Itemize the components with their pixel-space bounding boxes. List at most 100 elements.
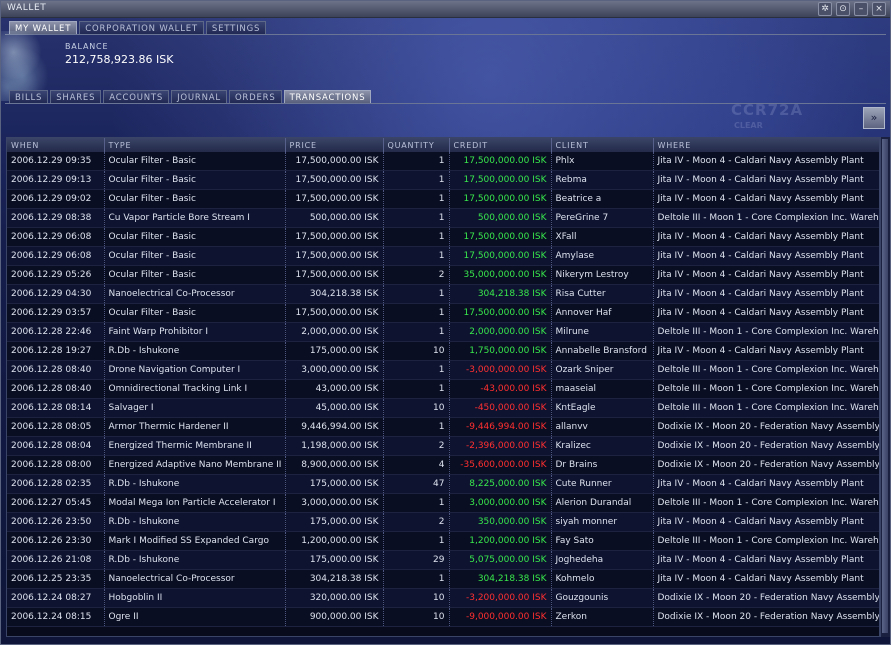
price-cell: 17,500,000.00 ISK xyxy=(285,265,384,285)
quantity-cell: 1 xyxy=(383,569,450,589)
where-cell: Dodixie IX - Moon 20 - Federation Navy A… xyxy=(653,417,879,437)
col-header-type[interactable]: TYPE xyxy=(104,138,286,152)
type-cell: Nanoelectrical Co-Processor xyxy=(104,569,286,589)
when-cell: 2006.12.28 08:40 xyxy=(7,379,105,399)
quantity-cell: 1 xyxy=(383,152,450,171)
client-cell: Annabelle Bransford xyxy=(551,341,654,361)
type-cell: R.Db - Ishukone xyxy=(104,550,286,570)
table-row[interactable]: 2006.12.24 08:15 Ogre II 900,000.00 ISK 10-… xyxy=(7,607,879,627)
ship-watermark: CCR72A xyxy=(731,101,804,119)
table-row[interactable]: 2006.12.28 08:14 Salvager I 45,000.00 ISK 1… xyxy=(7,398,879,418)
table-row[interactable]: 2006.12.28 22:46 Faint Warp Prohibitor I2… xyxy=(7,322,879,342)
title-bar[interactable]: WALLET ✲ ⊙ – × xyxy=(1,1,890,18)
when-cell: 2006.12.28 08:00 xyxy=(7,455,105,475)
table-row[interactable]: 2006.12.28 08:40 Drone Navigation Compute… xyxy=(7,360,879,380)
minimize-icon[interactable]: – xyxy=(854,2,868,16)
price-cell: 500,000.00 ISK xyxy=(285,208,384,228)
tab-bills[interactable]: BILLS xyxy=(9,90,49,104)
quantity-cell: 1 xyxy=(383,360,450,380)
table-row[interactable]: 2006.12.29 06:08 Ocular Filter - Basic 17,… xyxy=(7,246,879,266)
credit-cell: -2,396,000.00 ISK xyxy=(449,436,552,456)
client-cell: Amylase xyxy=(551,246,654,266)
price-cell: 2,000,000.00 ISK xyxy=(285,322,384,342)
col-header-client[interactable]: CLIENT xyxy=(551,138,654,152)
close-icon[interactable]: × xyxy=(872,2,886,16)
price-cell: 304,218.38 ISK xyxy=(285,284,384,304)
price-cell: 17,500,000.00 ISK xyxy=(285,303,384,323)
table-row[interactable]: 2006.12.29 09:35 Ocular Filter - Basic 17,… xyxy=(7,152,879,171)
credit-cell: 5,075,000.00 ISK xyxy=(449,550,552,570)
credit-cell: 17,500,000.00 ISK xyxy=(449,246,552,266)
price-cell: 17,500,000.00 ISK xyxy=(285,246,384,266)
client-cell: Cute Runner xyxy=(551,474,654,494)
quantity-cell: 2 xyxy=(383,265,450,285)
col-header-price[interactable]: PRICE xyxy=(285,138,384,152)
col-header-when[interactable]: WHEN xyxy=(7,138,105,152)
where-cell: Jita IV - Moon 4 - Caldari Navy Assembly… xyxy=(653,170,879,190)
table-row[interactable]: 2006.12.26 23:50 R.Db - Ishukone 175,000.0… xyxy=(7,512,879,532)
credit-cell: -35,600,000.00 ISK xyxy=(449,455,552,475)
tab-transactions[interactable]: TRANSACTIONS xyxy=(283,90,372,104)
when-cell: 2006.12.26 23:50 xyxy=(7,512,105,532)
tab-settings[interactable]: SETTINGS xyxy=(205,21,267,35)
export-button[interactable]: » xyxy=(863,107,885,129)
table-row[interactable]: 2006.12.24 08:27 Hobgoblin II 320,000.00 I… xyxy=(7,588,879,608)
table-row[interactable]: 2006.12.28 02:35 R.Db - Ishukone 175,000.0… xyxy=(7,474,879,494)
client-cell: XFall xyxy=(551,227,654,247)
tab-shares[interactable]: SHARES xyxy=(50,90,102,104)
col-header-credit[interactable]: CREDIT xyxy=(449,138,552,152)
window-title: WALLET xyxy=(7,3,47,13)
table-row[interactable]: 2006.12.27 05:45 Modal Mega Ion Particle … xyxy=(7,493,879,513)
quantity-cell: 2 xyxy=(383,436,450,456)
col-header-where[interactable]: WHERE xyxy=(653,138,879,152)
where-cell: Jita IV - Moon 4 - Caldari Navy Assembly… xyxy=(653,246,879,266)
when-cell: 2006.12.29 06:08 xyxy=(7,246,105,266)
tab-journal[interactable]: JOURNAL xyxy=(171,90,227,104)
pin-icon[interactable]: ✲ xyxy=(818,2,832,16)
type-cell: Ocular Filter - Basic xyxy=(104,246,286,266)
col-header-quantity[interactable]: QUANTITY xyxy=(383,138,450,152)
table-row[interactable]: 2006.12.29 05:26 Ocular Filter - Basic 17,… xyxy=(7,265,879,285)
when-cell: 2006.12.28 22:46 xyxy=(7,322,105,342)
where-cell: Jita IV - Moon 4 - Caldari Navy Assembly… xyxy=(653,303,879,323)
tab-orders[interactable]: ORDERS xyxy=(228,90,282,104)
table-body: 2006.12.29 09:35 Ocular Filter - Basic 17,… xyxy=(7,152,879,627)
table-scrollbar[interactable] xyxy=(880,137,890,637)
table-row[interactable]: 2006.12.28 08:05 Armor Thermic Hardener I… xyxy=(7,417,879,437)
table-row[interactable]: 2006.12.28 08:04 Energized Thermic Membra… xyxy=(7,436,879,456)
table-row[interactable]: 2006.12.29 09:02 Ocular Filter - Basic 17,… xyxy=(7,189,879,209)
table-row[interactable]: 2006.12.29 09:13 Ocular Filter - Basic 17,… xyxy=(7,170,879,190)
price-cell: 3,000,000.00 ISK xyxy=(285,360,384,380)
quantity-cell: 1 xyxy=(383,417,450,437)
tab-accounts[interactable]: ACCOUNTS xyxy=(103,90,170,104)
client-cell: Zerkon xyxy=(551,607,654,627)
table-row[interactable]: 2006.12.26 21:08 R.Db - Ishukone 175,000.0… xyxy=(7,550,879,570)
settings-icon[interactable]: ⊙ xyxy=(836,2,850,16)
where-cell: Deltole III - Moon 1 - Core Complexion I… xyxy=(653,360,879,380)
table-row[interactable]: 2006.12.29 08:38 Cu Vapor Particle Bore S… xyxy=(7,208,879,228)
table-row[interactable]: 2006.12.29 06:08 Ocular Filter - Basic 17,… xyxy=(7,227,879,247)
quantity-cell: 29 xyxy=(383,550,450,570)
table-row[interactable]: 2006.12.29 03:57 Ocular Filter - Basic 17,… xyxy=(7,303,879,323)
when-cell: 2006.12.26 21:08 xyxy=(7,550,105,570)
transactions-table: WHEN TYPE PRICE QUANTITY CREDIT CLIENT W… xyxy=(6,137,880,637)
table-row[interactable]: 2006.12.28 08:40 Omnidirectional Tracking… xyxy=(7,379,879,399)
client-cell: allanvv xyxy=(551,417,654,437)
price-cell: 175,000.00 ISK xyxy=(285,341,384,361)
price-cell: 175,000.00 ISK xyxy=(285,512,384,532)
table-row[interactable]: 2006.12.28 19:27 R.Db - Ishukone 175,000.0… xyxy=(7,341,879,361)
scrollbar-thumb[interactable] xyxy=(882,139,888,633)
credit-cell: 1,200,000.00 ISK xyxy=(449,531,552,551)
when-cell: 2006.12.28 08:40 xyxy=(7,360,105,380)
table-row[interactable]: 2006.12.25 23:35 Nanoelectrical Co-Proces… xyxy=(7,569,879,589)
tab-corporation-wallet[interactable]: CORPORATION WALLET xyxy=(79,21,204,35)
table-header-row: WHEN TYPE PRICE QUANTITY CREDIT CLIENT W… xyxy=(7,138,879,152)
balance-value: 212,758,923.86 ISK xyxy=(65,53,174,66)
type-cell: Energized Adaptive Nano Membrane II xyxy=(104,455,286,475)
table-row[interactable]: 2006.12.28 08:00 Energized Adaptive Nano … xyxy=(7,455,879,475)
type-cell: Drone Navigation Computer I xyxy=(104,360,286,380)
credit-cell: 8,225,000.00 ISK xyxy=(449,474,552,494)
quantity-cell: 1 xyxy=(383,189,450,209)
table-row[interactable]: 2006.12.29 04:30 Nanoelectrical Co-Proces… xyxy=(7,284,879,304)
table-row[interactable]: 2006.12.26 23:30 Mark I Modified SS Expan… xyxy=(7,531,879,551)
